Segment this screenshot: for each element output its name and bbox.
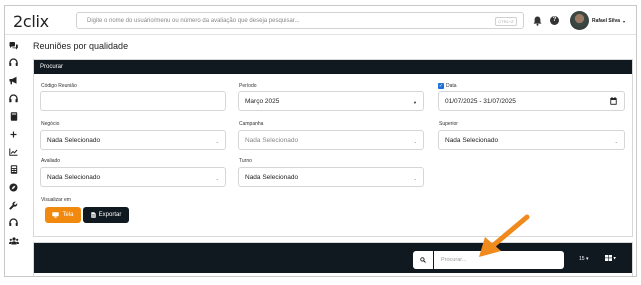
page-size-chevron-icon: ▾ [585,256,589,262]
periodo-label: Período [239,83,257,89]
file-icon [90,212,96,218]
book-icon[interactable] [8,111,19,122]
codigo-input[interactable] [40,91,226,111]
page-size-value: 15 [579,256,585,262]
sidebar [5,36,23,276]
global-search-input[interactable]: Digite o nome do usuário/menu ou número … [76,12,524,29]
app-window: 2clix Digite o nome do usuário/menu ou n… [4,5,637,277]
chat-icon[interactable] [8,40,19,51]
negocio-value: Nada Selecionado [47,137,101,144]
export-label: Exportar [98,212,122,218]
avatar[interactable] [570,11,589,30]
headset-2-icon[interactable] [8,217,19,228]
megaphone-icon[interactable] [8,75,19,86]
superior-label: Superior [439,121,458,127]
campanha-select[interactable]: Nada Selecionado ⌄ [238,130,424,150]
columns-chevron-icon: ▾ [613,255,616,262]
plus-icon[interactable] [8,129,19,140]
wrench-icon[interactable] [8,200,19,211]
search-shortcut-badge: CTRL+Z [495,16,517,26]
annotation-arrow-icon [479,214,530,257]
campanha-label: Campanha [239,121,264,127]
app-logo[interactable]: 2clix [13,12,49,31]
chart-icon[interactable] [8,146,19,157]
headphones-icon[interactable] [8,93,19,104]
top-bar: 2clix Digite o nome do usuário/menu ou n… [5,6,636,35]
data-label: Data [446,83,457,89]
data-range-value: 01/07/2025 - 31/07/2025 [445,98,516,105]
compass-icon[interactable] [8,182,19,193]
page-size-select[interactable]: 15 ▾ [579,256,588,262]
turno-label: Turno [239,158,252,164]
monitor-icon [52,212,60,218]
visualizar-label: Visualizar em [41,197,71,203]
calendar-icon[interactable] [610,97,617,107]
periodo-value: Março 2025 [245,98,280,105]
view-screen-label: Tela [62,212,74,218]
negocio-label: Negócio [41,121,60,127]
avaliado-select[interactable]: Nada Selecionado ⌄ [40,167,226,187]
superior-select[interactable]: Nada Selecionado ⌄ [438,130,625,150]
export-button[interactable]: Exportar [83,207,129,223]
codigo-label: Código Reunião [41,83,77,89]
chevron-down-icon: ▼ [413,100,417,105]
headset-icon[interactable] [8,57,19,68]
chevron-down-icon: ⌄ [215,176,219,181]
avaliado-label: Avaliado [41,158,61,164]
calculator-icon[interactable] [8,164,19,175]
chevron-down-icon: ⌄ [215,139,219,144]
data-range-input[interactable]: 01/07/2025 - 31/07/2025 [438,91,625,111]
help-icon[interactable]: ? [550,16,559,25]
negocio-select[interactable]: Nada Selecionado ⌄ [40,130,226,150]
table-search-placeholder: Procurar... [441,256,467,263]
user-menu-chevron-icon[interactable]: ▾ [623,19,625,24]
superior-value: Nada Selecionado [445,137,499,144]
view-screen-button[interactable]: Tela [45,207,81,223]
turno-value: Nada Selecionado [245,174,299,181]
bell-icon[interactable] [533,16,542,28]
chevron-down-icon: ⌄ [614,139,618,144]
data-checkbox[interactable]: ✓ [438,83,444,89]
global-search-placeholder: Digite o nome do usuário/menu ou número … [87,17,300,24]
chevron-down-icon: ⌄ [413,139,417,144]
avaliado-value: Nada Selecionado [47,174,101,181]
campanha-value: Nada Selecionado [245,137,299,144]
chevron-down-icon: ⌄ [413,176,417,181]
search-icon[interactable] [413,251,433,269]
columns-icon [605,255,612,261]
periodo-select[interactable]: Março 2025 ▼ [238,91,424,111]
columns-toggle-button[interactable]: ▾ [605,255,616,261]
filter-panel-header: Procurar [34,60,632,74]
users-icon[interactable] [8,235,19,246]
page-title: Reuniões por qualidade [33,41,129,51]
turno-select[interactable]: Nada Selecionado ⌄ [238,167,424,187]
user-name[interactable]: Rafael Silva [592,18,620,24]
